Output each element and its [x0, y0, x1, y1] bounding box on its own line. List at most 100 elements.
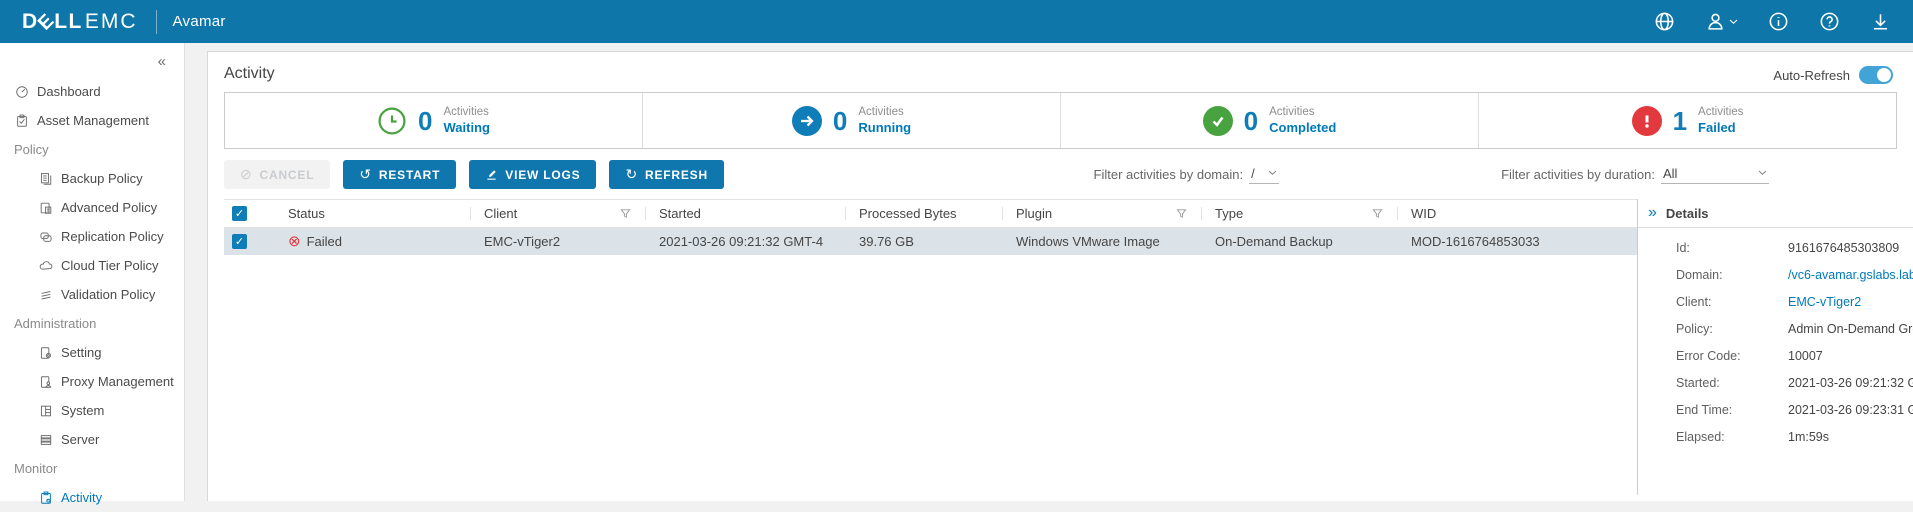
row-processed-bytes-cell: 39.76 GB	[845, 234, 1002, 249]
card-label-activities: Activities	[1698, 106, 1743, 120]
sidebar-item-server[interactable]: Server	[0, 425, 184, 454]
column-header-type[interactable]: Type	[1201, 200, 1397, 227]
cancel-icon: ⊘	[240, 166, 253, 183]
status-text: Failed	[307, 234, 342, 249]
restart-icon: ↺	[359, 166, 372, 183]
field-value: 2021-03-26 09:21:32 GMT-4	[1788, 376, 1913, 390]
proxy-management-icon	[38, 374, 53, 389]
download-icon[interactable]	[1869, 11, 1891, 33]
sidebar-item-cloud-tier-policy[interactable]: Cloud Tier Policy	[0, 251, 184, 280]
chevron-down-icon	[1758, 170, 1767, 176]
field-label: Policy:	[1676, 322, 1788, 336]
column-header-processed-bytes[interactable]: Processed Bytes	[845, 200, 1002, 227]
user-icon	[1704, 11, 1726, 33]
details-header: » Details	[1638, 199, 1913, 228]
sidebar-item-label: Cloud Tier Policy	[61, 258, 159, 273]
sidebar-item-asset-management[interactable]: Asset Management	[0, 106, 184, 135]
chevron-down-icon	[1729, 19, 1738, 25]
globe-icon[interactable]	[1653, 11, 1675, 33]
sidebar-item-system[interactable]: System	[0, 396, 184, 425]
card-activities-running: 0 Activities Running	[642, 93, 1060, 148]
replication-policy-icon	[38, 229, 53, 244]
cancel-button[interactable]: ⊘ CANCEL	[224, 160, 330, 189]
domain-filter-value: /	[1251, 166, 1255, 181]
dashboard-icon	[14, 84, 29, 99]
details-panel: » Details Id: 9161676485303809 Domain: /…	[1637, 199, 1913, 495]
restart-button[interactable]: ↺ RESTART	[343, 160, 456, 189]
table-row[interactable]: ✓ ⊗ Failed EMC-vTiger2 2021-03-26 09:21:…	[224, 228, 1637, 255]
duration-filter-value: All	[1663, 166, 1677, 181]
sidebar-item-advanced-policy[interactable]: Advanced Policy	[0, 193, 184, 222]
sidebar-item-backup-policy[interactable]: Backup Policy	[0, 164, 184, 193]
field-value: 1m:59s	[1788, 430, 1829, 444]
domain-filter-label: Filter activities by domain:	[1094, 167, 1244, 182]
column-header-started[interactable]: Started	[645, 200, 845, 227]
toggle-knob	[1877, 68, 1891, 82]
card-label-failed: Failed	[1698, 120, 1743, 136]
refresh-button-label: REFRESH	[645, 168, 708, 182]
help-icon[interactable]	[1818, 11, 1840, 33]
card-label-running: Running	[858, 120, 911, 136]
running-arrow-icon	[792, 106, 822, 136]
field-value: 9161676485303809	[1788, 241, 1899, 255]
card-activities-completed: 0 Activities Completed	[1060, 93, 1478, 148]
failed-count: 1	[1673, 108, 1687, 134]
column-divider	[1002, 207, 1003, 220]
sidebar-collapse-button[interactable]: «	[158, 53, 166, 70]
field-label: Started:	[1676, 376, 1788, 390]
sidebar-item-label: System	[61, 403, 104, 418]
refresh-button[interactable]: ↻ REFRESH	[609, 160, 723, 189]
view-logs-button[interactable]: VIEW LOGS	[469, 160, 596, 189]
sidebar-item-replication-policy[interactable]: Replication Policy	[0, 222, 184, 251]
waiting-count: 0	[418, 108, 432, 134]
detail-field-policy: Policy: Admin On-Demand Group	[1638, 315, 1913, 342]
column-header-plugin[interactable]: Plugin	[1002, 200, 1201, 227]
page-title: Activity	[224, 65, 1897, 83]
sidebar-nav: Dashboard Asset Management Policy Backup…	[0, 77, 184, 512]
sidebar-item-label: Asset Management	[37, 113, 149, 128]
user-menu[interactable]	[1704, 11, 1738, 33]
client-link[interactable]: EMC-vTiger2	[1788, 295, 1861, 309]
auto-refresh-toggle[interactable]	[1859, 66, 1893, 84]
column-header-status[interactable]: Status	[274, 200, 470, 227]
row-checkbox[interactable]: ✓	[232, 234, 247, 249]
filter-funnel-icon[interactable]	[1176, 208, 1187, 219]
activity-icon	[38, 490, 53, 505]
app-title: Avamar	[173, 13, 226, 30]
sidebar-item-dashboard[interactable]: Dashboard	[0, 77, 184, 106]
detail-field-end-time: End Time: 2021-03-26 09:23:31 GMT-4	[1638, 396, 1913, 423]
column-header-client[interactable]: Client	[470, 200, 645, 227]
failed-status-icon: ⊗	[288, 234, 301, 249]
collapse-details-icon[interactable]: »	[1648, 205, 1657, 221]
field-value: Admin On-Demand Group	[1788, 322, 1913, 336]
activity-summary-bar: 0 Activities Waiting 0 Activities Runnin…	[224, 92, 1897, 149]
sidebar-item-proxy-management[interactable]: Proxy Management	[0, 367, 184, 396]
info-icon[interactable]	[1767, 11, 1789, 33]
activity-toolbar: ⊘ CANCEL ↺ RESTART VIEW LOGS ↻ REFRESH F…	[224, 160, 1897, 189]
sidebar-item-activity[interactable]: Activity	[0, 483, 184, 512]
domain-filter-select[interactable]: /	[1249, 166, 1279, 184]
column-label: Started	[659, 206, 701, 221]
topbar-divider	[156, 10, 157, 34]
cancel-button-label: CANCEL	[260, 168, 315, 182]
exclamation-circle-icon	[1632, 106, 1662, 136]
row-started-cell: 2021-03-26 09:21:32 GMT-4	[645, 234, 845, 249]
sidebar-item-label: Validation Policy	[61, 287, 155, 302]
activity-lower-region: ✓ Status Client Started Processed Bytes	[208, 199, 1913, 495]
setting-icon	[38, 345, 53, 360]
sidebar-item-validation-policy[interactable]: Validation Policy	[0, 280, 184, 309]
column-divider	[845, 207, 846, 220]
row-type-cell: On-Demand Backup	[1201, 234, 1397, 249]
sidebar-item-label: Proxy Management	[61, 374, 174, 389]
sidebar-item-label: Replication Policy	[61, 229, 164, 244]
duration-filter-select[interactable]: All	[1661, 166, 1769, 184]
filter-funnel-icon[interactable]	[1372, 208, 1383, 219]
sidebar-item-setting[interactable]: Setting	[0, 338, 184, 367]
column-header-wid[interactable]: WID	[1397, 200, 1637, 227]
select-all-checkbox[interactable]: ✓	[232, 206, 247, 221]
column-divider	[470, 207, 471, 220]
filter-funnel-icon[interactable]	[620, 208, 631, 219]
sidebar-item-label: Advanced Policy	[61, 200, 157, 215]
domain-link[interactable]: /vc6-avamar.gslabs.lab.emc.com	[1788, 268, 1913, 282]
server-icon	[38, 432, 53, 447]
